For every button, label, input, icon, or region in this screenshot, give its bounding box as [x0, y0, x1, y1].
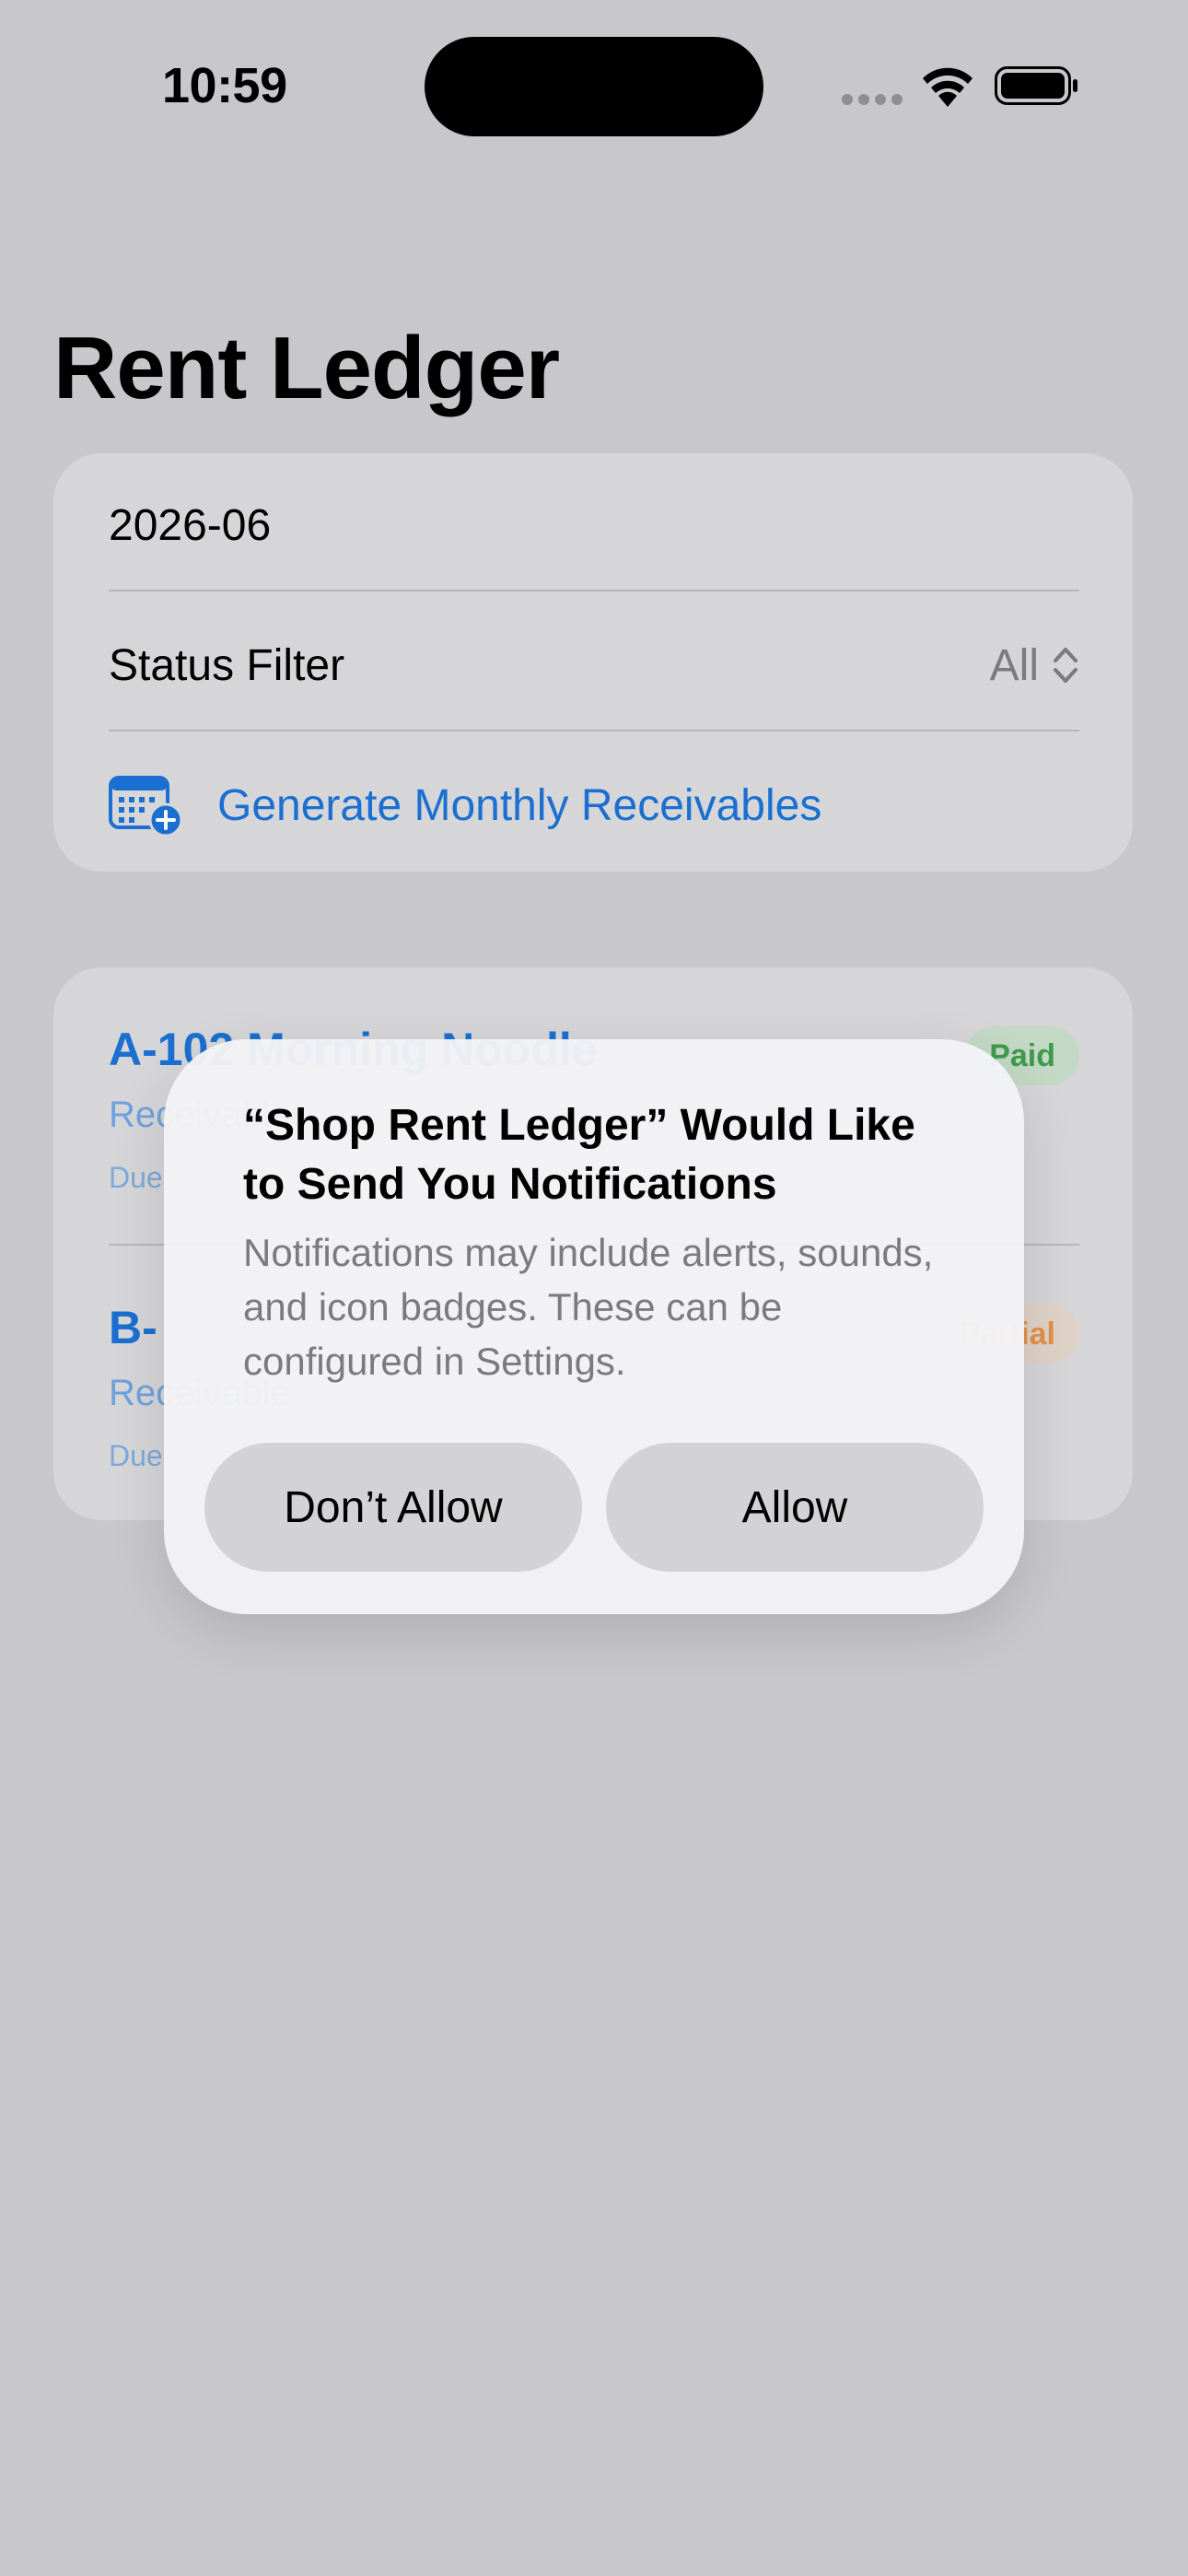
status-filter-label: Status Filter [109, 640, 345, 690]
controls-card: 2026-06 Status Filter All Generate Month… [53, 453, 1133, 872]
notification-permission-alert: “Shop Rent Ledger” Would Like to Send Yo… [164, 1039, 1024, 1614]
chevron-up-down-icon [1054, 648, 1077, 683]
dynamic-island [425, 37, 763, 136]
divider [109, 590, 1079, 591]
battery-icon [995, 66, 1077, 105]
wifi-icon [923, 67, 973, 107]
item-title: B- [109, 1302, 157, 1353]
status-filter-picker[interactable]: All [990, 640, 1079, 691]
item-due: Due [109, 1439, 163, 1472]
generate-receivables-button[interactable]: Generate Monthly Receivables [109, 768, 1079, 842]
page-title: Rent Ledger [53, 319, 560, 417]
month-picker[interactable]: 2026-06 [109, 488, 1079, 562]
status-filter-value: All [989, 640, 1039, 690]
cellular-signal-icon [842, 94, 903, 105]
status-filter-row[interactable]: Status Filter All [109, 628, 1079, 702]
status-bar-time: 10:59 [162, 58, 287, 113]
generate-receivables-label: Generate Monthly Receivables [217, 780, 822, 830]
item-due: Due [109, 1161, 163, 1194]
divider [109, 730, 1079, 732]
dont-allow-button[interactable]: Don’t Allow [204, 1443, 582, 1572]
allow-button[interactable]: Allow [606, 1443, 984, 1572]
alert-message: Notifications may include alerts, sounds… [243, 1231, 934, 1383]
calendar-add-icon [109, 776, 182, 837]
month-value: 2026-06 [109, 500, 272, 550]
alert-title: “Shop Rent Ledger” Would Like to Send Yo… [243, 1101, 915, 1209]
